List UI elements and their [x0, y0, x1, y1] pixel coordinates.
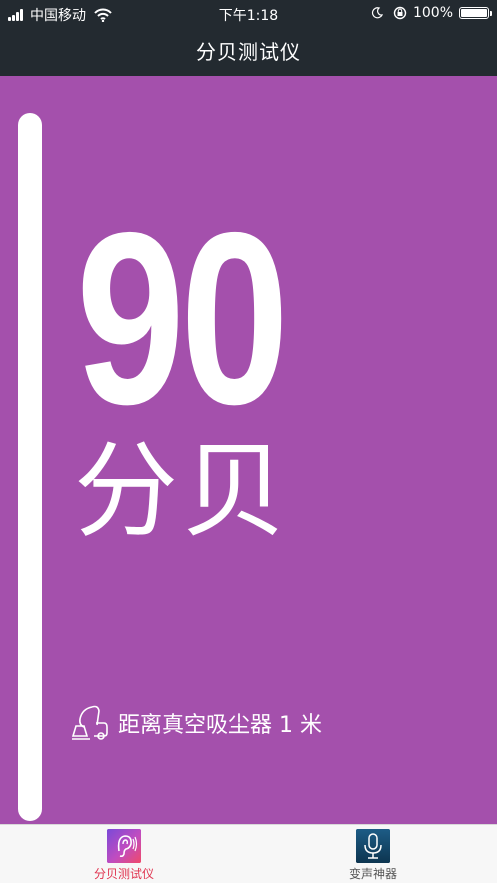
decibel-value: 90 — [76, 181, 289, 455]
status-left: 中国移动 — [8, 5, 112, 25]
tab-decibel-meter[interactable]: 分贝测试仪 — [54, 829, 194, 882]
battery-percent: 100% — [412, 5, 453, 21]
status-bar: 中国移动 下午1:18 100% — [0, 0, 497, 26]
vacuum-cleaner-icon — [71, 705, 108, 740]
decibel-unit: 分贝 — [74, 430, 291, 552]
tab-voice-changer[interactable]: 变声神器 — [303, 829, 443, 882]
moon-icon — [371, 7, 383, 19]
status-right: 100% — [371, 5, 492, 21]
wifi-icon — [94, 8, 112, 22]
reference-text: 距离真空吸尘器 1 米 — [118, 713, 322, 738]
meter-level-bar — [18, 113, 42, 821]
top-header: 中国移动 下午1:18 100% 分贝测试仪 — [0, 0, 497, 76]
battery-icon — [459, 7, 492, 19]
orientation-lock-icon — [393, 6, 407, 20]
signal-icon — [8, 9, 24, 21]
tab-label: 变声神器 — [348, 867, 397, 881]
carrier-label: 中国移动 — [30, 8, 86, 24]
battery-fill — [461, 9, 487, 17]
tab-label: 分贝测试仪 — [93, 867, 154, 881]
noise-reference: 距离真空吸尘器 1 米 — [70, 703, 322, 743]
microphone-icon — [356, 829, 390, 863]
tab-bar: 分贝测试仪 变声神器 — [0, 824, 497, 883]
ear-icon — [107, 829, 141, 863]
page-title: 分贝测试仪 — [196, 40, 301, 64]
